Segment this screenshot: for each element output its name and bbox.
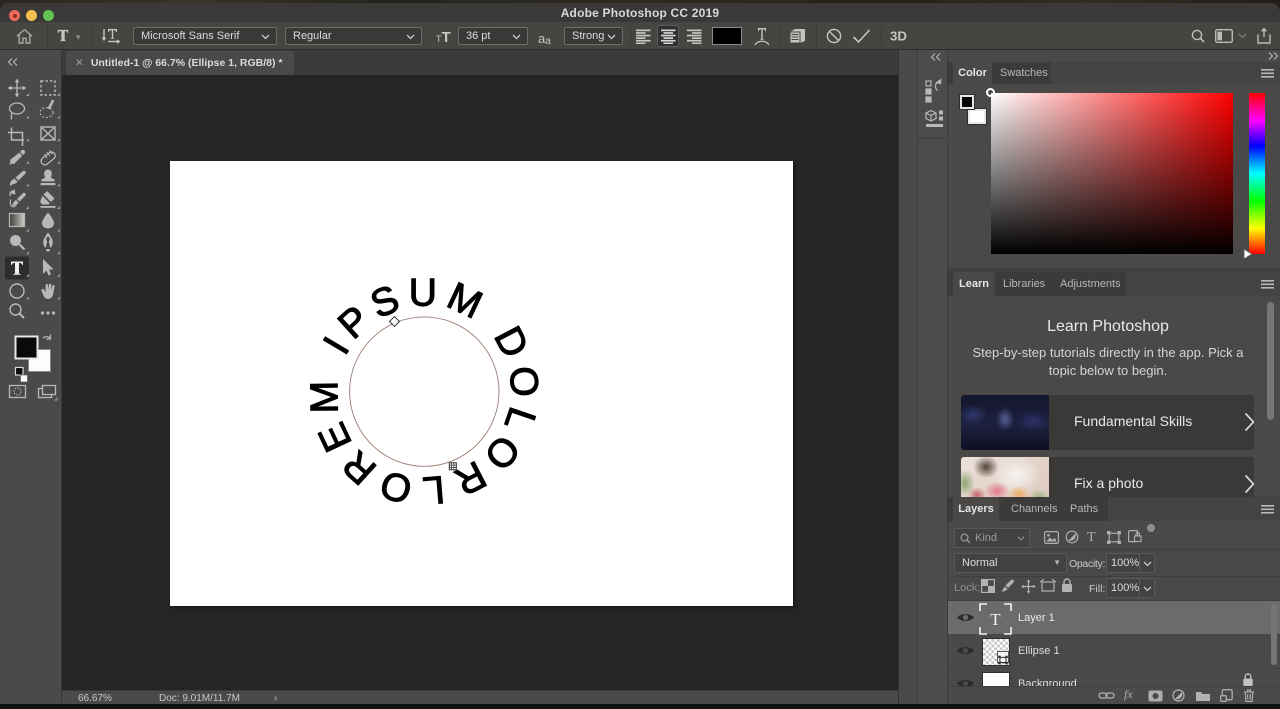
svg-text:T: T	[990, 610, 1001, 629]
svg-text:LOREM IPSUM DOLOR: LOREM IPSUM DOLOR	[303, 272, 546, 513]
svg-text:3D: 3D	[890, 29, 907, 43]
